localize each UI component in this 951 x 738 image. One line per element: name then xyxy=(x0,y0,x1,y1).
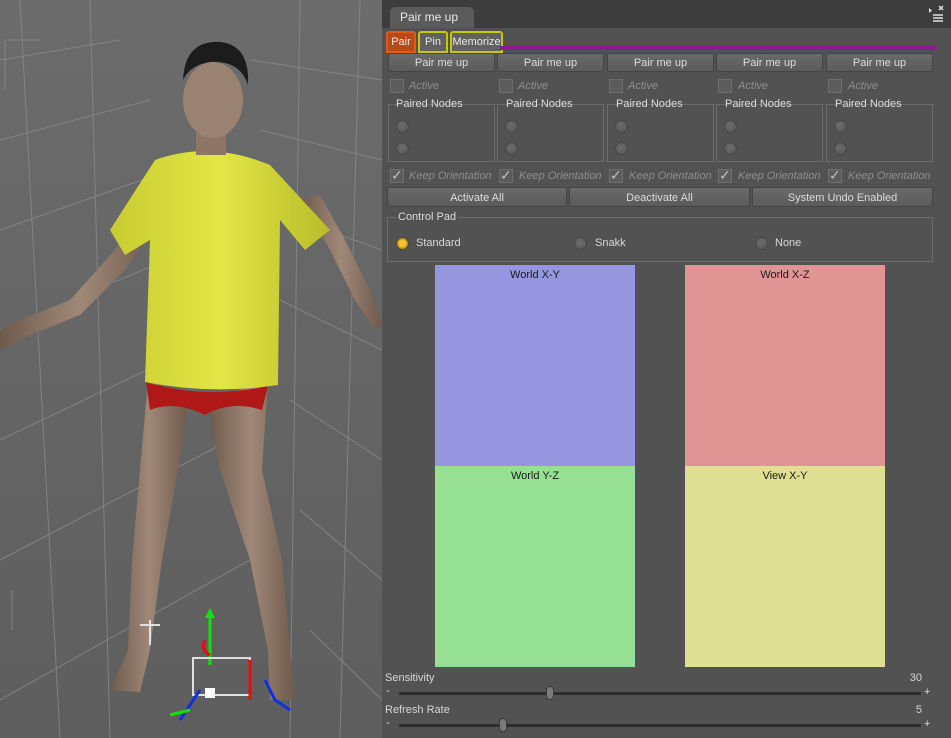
refresh-rate-plus[interactable]: + xyxy=(924,718,930,730)
sensitivity-value: 30 xyxy=(909,672,922,684)
paired-nodes-title-3: Paired Nodes xyxy=(616,98,683,110)
sensitivity-track[interactable] xyxy=(399,692,921,695)
paired-node-slot-5b[interactable] xyxy=(834,142,847,155)
refresh-rate-label: Refresh Rate xyxy=(385,704,450,716)
active-label-1: Active xyxy=(409,80,439,92)
paired-nodes-title-1: Paired Nodes xyxy=(396,98,463,110)
sensitivity-thumb[interactable] xyxy=(546,686,555,700)
active-label-2: Active xyxy=(518,80,548,92)
keep-orientation-label-5: Keep Orientation xyxy=(848,170,931,182)
paired-node-slot-2a[interactable] xyxy=(505,120,518,133)
pair-me-up-button-5[interactable]: Pair me up xyxy=(826,53,933,72)
human-figure xyxy=(0,41,382,700)
active-checkbox-2[interactable] xyxy=(499,79,513,93)
active-checkbox-1[interactable] xyxy=(390,79,404,93)
control-pad-standard-radio[interactable] xyxy=(396,237,409,250)
control-pad-standard-label: Standard xyxy=(416,237,461,249)
paired-node-slot-3b[interactable] xyxy=(615,142,628,155)
sensitivity-plus[interactable]: + xyxy=(924,686,930,698)
active-checkbox-3[interactable] xyxy=(609,79,623,93)
pane-options-icon[interactable] xyxy=(925,4,945,24)
keep-orientation-label-3: Keep Orientation xyxy=(629,170,712,182)
world-x-z-label: World X-Z xyxy=(760,269,810,281)
paired-node-slot-3a[interactable] xyxy=(615,120,628,133)
keep-orientation-label-2: Keep Orientation xyxy=(519,170,602,182)
paired-node-slot-2b[interactable] xyxy=(505,142,518,155)
pane-tab-pair-me-up[interactable]: Pair me up xyxy=(390,7,474,28)
refresh-rate-track[interactable] xyxy=(399,724,921,727)
pair-me-up-pane: Pair me up Pair Pin Memorize Pair me up … xyxy=(382,0,951,738)
deactivate-all-button[interactable]: Deactivate All xyxy=(569,187,750,207)
3d-viewport[interactable] xyxy=(0,0,382,738)
paired-node-slot-4a[interactable] xyxy=(724,120,737,133)
world-y-z-pad[interactable]: World Y-Z xyxy=(435,466,635,667)
pair-me-up-button-4[interactable]: Pair me up xyxy=(716,53,823,72)
world-x-y-pad[interactable]: World X-Y xyxy=(435,265,635,466)
control-pad-group xyxy=(387,217,933,262)
active-label-3: Active xyxy=(628,80,658,92)
active-label-4: Active xyxy=(738,80,768,92)
world-x-y-label: World X-Y xyxy=(510,269,560,281)
paired-nodes-title-4: Paired Nodes xyxy=(725,98,792,110)
keep-orientation-checkbox-1[interactable] xyxy=(390,167,404,184)
world-x-z-pad[interactable]: World X-Z xyxy=(685,265,885,466)
keep-orientation-checkbox-3[interactable] xyxy=(609,167,623,184)
keep-orientation-label-4: Keep Orientation xyxy=(738,170,821,182)
sensitivity-minus[interactable]: - xyxy=(386,685,390,697)
refresh-rate-value: 5 xyxy=(915,704,922,716)
keep-orientation-checkbox-5[interactable] xyxy=(828,167,842,184)
paired-node-slot-1b[interactable] xyxy=(396,142,409,155)
refresh-rate-minus[interactable]: - xyxy=(386,717,390,729)
pair-me-up-button-3[interactable]: Pair me up xyxy=(607,53,714,72)
control-pad-none-radio[interactable] xyxy=(755,237,768,250)
pair-me-up-button-2[interactable]: Pair me up xyxy=(497,53,604,72)
paired-node-slot-1a[interactable] xyxy=(396,120,409,133)
paired-node-slot-5a[interactable] xyxy=(834,120,847,133)
paired-node-slot-4b[interactable] xyxy=(724,142,737,155)
active-checkbox-4[interactable] xyxy=(718,79,732,93)
keep-orientation-label-1: Keep Orientation xyxy=(409,170,492,182)
paired-nodes-title-2: Paired Nodes xyxy=(506,98,573,110)
active-label-5: Active xyxy=(848,80,878,92)
keep-orientation-checkbox-2[interactable] xyxy=(499,167,513,184)
active-checkbox-5[interactable] xyxy=(828,79,842,93)
keep-orientation-checkbox-4[interactable] xyxy=(718,167,732,184)
pair-me-up-button-1[interactable]: Pair me up xyxy=(388,53,495,72)
subtab-memorize[interactable]: Memorize xyxy=(450,31,503,53)
viewport-scene xyxy=(0,0,382,738)
refresh-rate-thumb[interactable] xyxy=(499,718,508,732)
control-pad-snakk-label: Snakk xyxy=(595,237,626,249)
paired-nodes-title-5: Paired Nodes xyxy=(835,98,902,110)
sensitivity-label: Sensitivity xyxy=(385,672,435,684)
pane-title-bar: Pair me up xyxy=(382,0,951,28)
control-pad-snakk-radio[interactable] xyxy=(574,237,587,250)
subtab-pair[interactable]: Pair xyxy=(386,31,416,53)
system-undo-enabled-button[interactable]: System Undo Enabled xyxy=(752,187,933,207)
view-x-y-label: View X-Y xyxy=(762,470,808,482)
activate-all-button[interactable]: Activate All xyxy=(387,187,567,207)
active-tab-underline xyxy=(500,46,937,50)
world-y-z-label: World Y-Z xyxy=(510,470,560,482)
subtab-pin[interactable]: Pin xyxy=(418,31,448,53)
control-pad-title: Control Pad xyxy=(396,211,459,223)
control-pad-none-label: None xyxy=(775,237,802,249)
view-x-y-pad[interactable]: View X-Y xyxy=(685,466,885,667)
